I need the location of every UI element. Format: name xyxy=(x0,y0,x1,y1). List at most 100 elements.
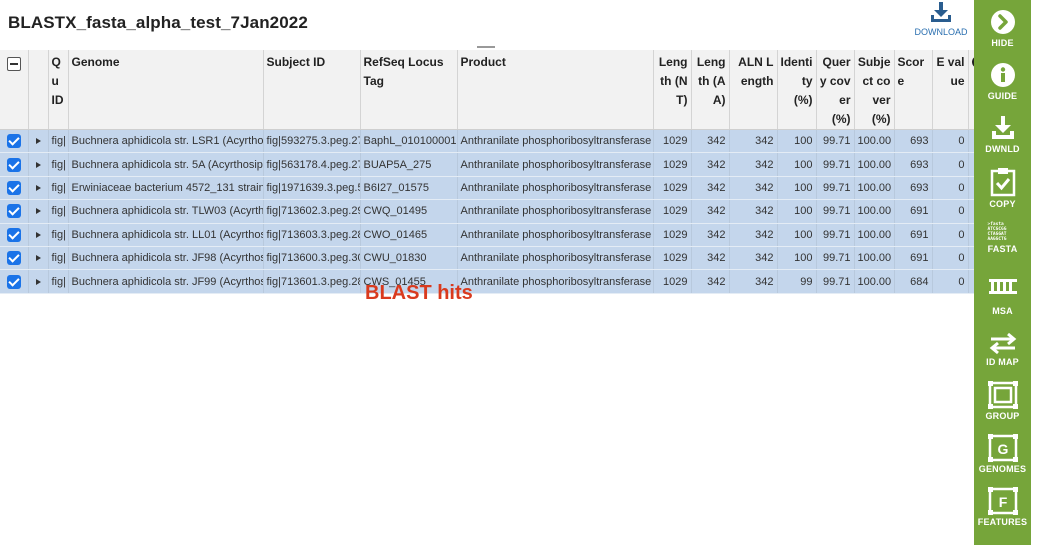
cell-evalue: 0 xyxy=(932,176,969,201)
row-select-cell[interactable] xyxy=(0,269,29,294)
row-select-cell[interactable] xyxy=(0,129,29,154)
col-header-locus-tag[interactable]: RefSeq Locus Tag xyxy=(360,50,458,130)
col-header-query-id[interactable]: Qu ID xyxy=(48,50,69,130)
expand-triangle-icon[interactable] xyxy=(35,138,41,145)
cell-subject-id[interactable]: fig|593275.3.peg.27 xyxy=(263,129,361,154)
col-header-genome[interactable]: Genome xyxy=(68,50,264,130)
row-expand-cell[interactable] xyxy=(28,176,49,201)
cell-score: 684 xyxy=(894,269,933,294)
cell-length-nt: 1029 xyxy=(653,246,692,271)
table-row[interactable]: fig| Buchnera aphidicola str. JF98 (Acyrt… xyxy=(0,246,1007,271)
expand-triangle-icon[interactable] xyxy=(35,255,41,262)
copy-button[interactable]: COPY xyxy=(974,167,1031,219)
row-checkbox[interactable] xyxy=(6,157,21,172)
cell-subject-id[interactable]: fig|713600.3.peg.30 xyxy=(263,246,361,271)
row-checkbox[interactable] xyxy=(6,227,21,242)
id-map-button[interactable]: ID MAP xyxy=(974,331,1031,383)
col-header-query-cover[interactable]: Query cover (%) xyxy=(816,50,855,130)
row-expand-cell[interactable] xyxy=(28,129,49,154)
table-body: fig| Buchnera aphidicola str. LSR1 (Acyrt… xyxy=(0,129,1007,294)
cell-subject-id[interactable]: fig|713603.3.peg.28 xyxy=(263,223,361,247)
cell-query-id: fig| xyxy=(48,246,69,271)
cell-query-cover: 99.71 xyxy=(816,223,855,247)
row-select-cell[interactable] xyxy=(0,152,29,177)
cell-length-aa: 342 xyxy=(691,269,730,294)
row-expand-cell[interactable] xyxy=(28,269,49,294)
cell-query-id: fig| xyxy=(48,199,69,224)
cell-subject-id[interactable]: fig|1971639.3.peg.5 xyxy=(263,176,361,201)
cell-subject-id[interactable]: fig|713601.3.peg.28 xyxy=(263,269,361,294)
guide-button[interactable]: GUIDE xyxy=(974,61,1031,113)
table-row[interactable]: fig| Buchnera aphidicola str. JF99 (Acyrt… xyxy=(0,269,1007,294)
cell-identity: 100 xyxy=(777,152,817,177)
expand-triangle-icon[interactable] xyxy=(35,231,41,238)
row-expand-cell[interactable] xyxy=(28,199,49,224)
features-button[interactable]: F FEATURES xyxy=(974,487,1031,539)
table-row[interactable]: fig| Buchnera aphidicola str. 5A (Acyrtho… xyxy=(0,152,1007,177)
download-label: DOWNLOAD xyxy=(914,27,968,37)
row-select-cell[interactable] xyxy=(0,223,29,247)
expand-triangle-icon[interactable] xyxy=(35,278,41,285)
genomes-button[interactable]: G GENOMES xyxy=(974,434,1031,486)
col-header-length-nt[interactable]: Length (NT) xyxy=(653,50,692,130)
expand-triangle-icon[interactable] xyxy=(35,185,41,192)
col-header-identity[interactable]: Identity (%) xyxy=(777,50,817,130)
row-select-cell[interactable] xyxy=(0,199,29,224)
fasta-button[interactable]: >fasta ATCGCGG CTAGGAT AAGGCTG FASTA xyxy=(974,222,1031,274)
expand-triangle-icon[interactable] xyxy=(35,208,41,215)
table-row[interactable]: fig| Erwiniaceae bacterium 4572_131 strai… xyxy=(0,176,1007,201)
dwnld-button[interactable]: DWNLD xyxy=(974,114,1031,166)
resize-handle[interactable] xyxy=(477,46,495,48)
row-expand-cell[interactable] xyxy=(28,246,49,271)
cell-evalue: 0 xyxy=(932,199,969,224)
fasta-label: FASTA xyxy=(987,244,1018,254)
cell-subject-id[interactable]: fig|713602.3.peg.29 xyxy=(263,199,361,224)
cell-length-nt: 1029 xyxy=(653,176,692,201)
cell-locus-tag: BUAP5A_275 xyxy=(360,152,458,177)
col-header-length-aa[interactable]: Length (AA) xyxy=(691,50,730,130)
cell-score: 693 xyxy=(894,152,933,177)
row-select-cell[interactable] xyxy=(0,176,29,201)
hide-button[interactable]: HIDE xyxy=(974,8,1031,60)
row-checkbox[interactable] xyxy=(6,274,21,289)
cell-locus-tag: CWO_01465 xyxy=(360,223,458,247)
col-header-evalue-label: E value xyxy=(936,55,965,88)
expand-triangle-icon[interactable] xyxy=(35,161,41,168)
row-expand-cell[interactable] xyxy=(28,152,49,177)
msa-label: MSA xyxy=(992,306,1013,316)
row-checkbox[interactable] xyxy=(6,134,21,149)
col-header-subject-id[interactable]: Subject ID xyxy=(263,50,361,130)
svg-text:G: G xyxy=(997,441,1008,457)
table-row[interactable]: fig| Buchnera aphidicola str. LSR1 (Acyrt… xyxy=(0,129,1007,154)
col-header-evalue[interactable]: E value xyxy=(932,50,969,130)
row-select-cell[interactable] xyxy=(0,246,29,271)
cell-product: Anthranilate phosphoribosyltransferase xyxy=(457,246,654,271)
page-title: BLASTX_fasta_alpha_test_7Jan2022 xyxy=(8,13,308,32)
cell-product: Anthranilate phosphoribosyltransferase xyxy=(457,223,654,247)
cell-subject-cover: 100.00 xyxy=(854,199,895,224)
download-button[interactable]: DOWNLOAD xyxy=(910,0,972,40)
col-header-product[interactable]: Product xyxy=(457,50,654,130)
cell-length-aa: 342 xyxy=(691,246,730,271)
msa-button[interactable]: MSA xyxy=(974,276,1031,328)
col-header-aln-length[interactable]: ALN Length xyxy=(729,50,778,130)
cell-subject-id[interactable]: fig|563178.4.peg.27 xyxy=(263,152,361,177)
col-header-subject-cover[interactable]: Subject cover (%) xyxy=(854,50,895,130)
col-header-score[interactable]: Score xyxy=(894,50,933,130)
row-checkbox[interactable] xyxy=(6,180,21,195)
cell-evalue: 0 xyxy=(932,246,969,271)
row-checkbox[interactable] xyxy=(6,204,21,219)
clipboard-check-icon xyxy=(990,168,1015,197)
genomes-label: GENOMES xyxy=(978,464,1027,474)
group-button[interactable]: GROUP xyxy=(974,381,1031,433)
table-row[interactable]: fig| Buchnera aphidicola str. LL01 (Acyrt… xyxy=(0,223,1007,247)
features-icon: F xyxy=(987,487,1018,515)
select-all-checkbox[interactable] xyxy=(6,56,21,71)
cell-identity: 99 xyxy=(777,269,817,294)
row-expand-cell[interactable] xyxy=(28,223,49,247)
row-checkbox[interactable] xyxy=(6,251,21,266)
select-all-header[interactable] xyxy=(0,50,29,130)
table-row[interactable]: fig| Buchnera aphidicola str. TLW03 (Acyr… xyxy=(0,199,1007,224)
expand-header xyxy=(28,50,49,130)
cell-length-nt: 1029 xyxy=(653,152,692,177)
